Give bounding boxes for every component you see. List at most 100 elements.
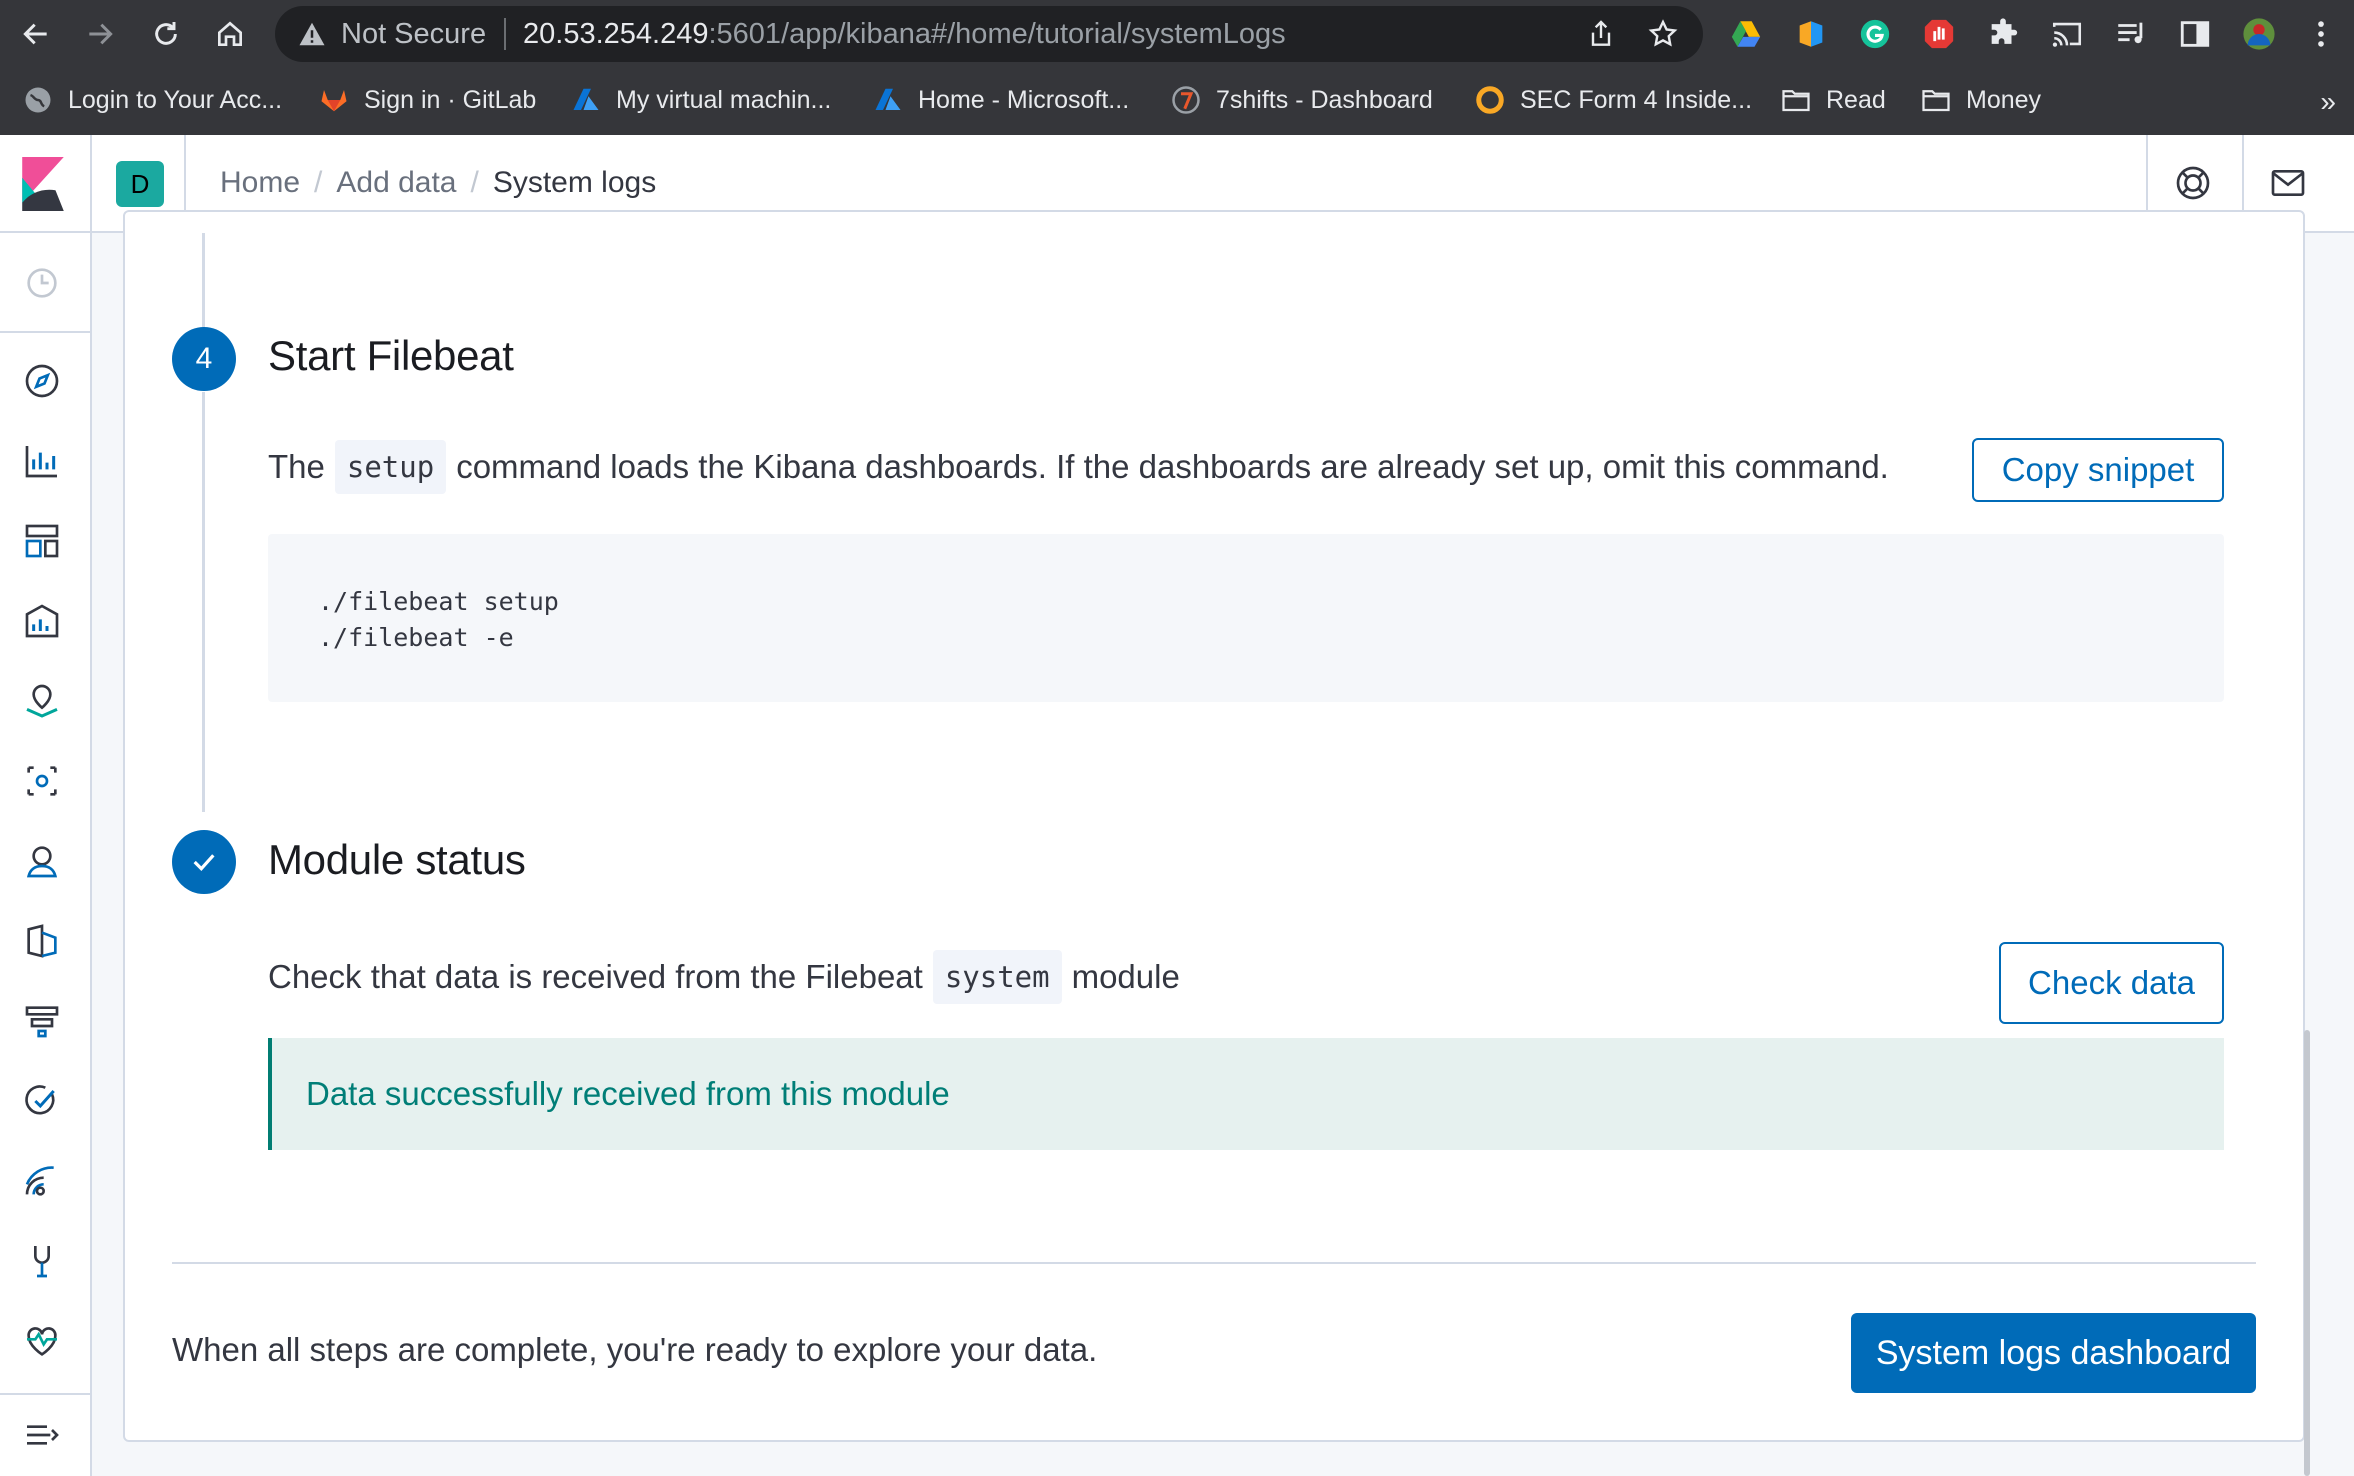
azure-icon bbox=[872, 84, 904, 116]
space-avatar[interactable]: D bbox=[116, 161, 164, 207]
azure-icon bbox=[570, 84, 602, 116]
google-drive-icon[interactable] bbox=[1727, 15, 1765, 53]
bookmark-label: My virtual machin... bbox=[616, 85, 832, 114]
description-text: module bbox=[1071, 958, 1180, 995]
system-logs-dashboard-button[interactable]: System logs dashboard bbox=[1851, 1313, 2256, 1393]
check-data-button[interactable]: Check data bbox=[1999, 942, 2224, 1024]
bookmark-item[interactable]: Login to Your Acc... bbox=[22, 80, 282, 120]
breadcrumb-add-data[interactable]: Add data bbox=[336, 166, 456, 200]
bookmark-item[interactable]: My virtual machin... bbox=[570, 80, 831, 120]
success-callout: Data successfully received from this mod… bbox=[268, 1038, 2224, 1150]
warning-icon bbox=[299, 22, 325, 46]
code-line: ./filebeat -e bbox=[318, 623, 514, 652]
checkmark-icon bbox=[193, 854, 215, 871]
help-icon[interactable] bbox=[2173, 163, 2213, 203]
breadcrumb-home[interactable]: Home bbox=[220, 166, 300, 200]
machine-learning-icon[interactable] bbox=[22, 761, 62, 801]
bookmark-label: 7shifts - Dashboard bbox=[1216, 85, 1433, 114]
breadcrumb-separator: / bbox=[314, 166, 323, 199]
nav-divider bbox=[0, 1393, 92, 1395]
bookmark-ext-icon[interactable] bbox=[1792, 15, 1830, 53]
media-queue-icon[interactable] bbox=[2112, 15, 2150, 53]
bookmark-label: Home - Microsoft... bbox=[918, 85, 1130, 114]
stop-hand-icon[interactable] bbox=[1920, 15, 1958, 53]
visualize-chart-icon[interactable] bbox=[22, 441, 62, 481]
home-icon[interactable] bbox=[208, 12, 252, 56]
description-text: The bbox=[268, 448, 325, 485]
siem-icon[interactable] bbox=[22, 1161, 62, 1201]
step-complete-badge bbox=[172, 830, 236, 894]
dev-tools-icon[interactable] bbox=[22, 1241, 62, 1281]
bookmark-item[interactable]: SEC Form 4 Inside... bbox=[1474, 80, 1752, 120]
bookmark-folder[interactable]: Read bbox=[1780, 80, 1886, 120]
bookmark-label: Sign in · GitLab bbox=[364, 85, 537, 114]
browser-menu-icon[interactable] bbox=[2302, 15, 2340, 53]
tutorial-panel bbox=[123, 210, 2305, 1442]
url-path: :5601/app/kibana#/home/tutorial/systemLo… bbox=[708, 18, 1286, 50]
inline-code: system bbox=[932, 950, 1062, 1004]
completion-message: When all steps are complete, you're read… bbox=[172, 1331, 1098, 1368]
step-connector bbox=[202, 233, 205, 329]
extensions-puzzle-icon[interactable] bbox=[1984, 15, 2022, 53]
uptime-icon[interactable] bbox=[22, 1081, 62, 1121]
gitlab-icon bbox=[318, 84, 350, 116]
breadcrumb: Home / Add data / System logs bbox=[220, 166, 656, 200]
share-icon[interactable] bbox=[1585, 18, 1617, 50]
folder-icon bbox=[1780, 84, 1812, 116]
breadcrumb-separator: / bbox=[470, 166, 479, 199]
step-title: Start Filebeat bbox=[268, 332, 514, 379]
address-divider bbox=[504, 18, 506, 50]
dashboard-icon[interactable] bbox=[22, 521, 62, 561]
side-panel-icon[interactable] bbox=[2176, 15, 2214, 53]
grammarly-icon[interactable] bbox=[1856, 15, 1894, 53]
bookmarks-overflow-button[interactable]: » bbox=[2320, 86, 2336, 118]
code-snippet[interactable]: ./filebeat setup ./filebeat -e bbox=[268, 534, 2224, 702]
profile-avatar-icon[interactable] bbox=[2240, 15, 2278, 53]
address-bar[interactable]: Not Secure 20.53.254.249:5601/app/kibana… bbox=[275, 6, 1703, 62]
bookmark-folder[interactable]: Money bbox=[1920, 80, 2041, 120]
browser-chrome: Not Secure 20.53.254.249:5601/app/kibana… bbox=[0, 0, 2354, 135]
step-number-badge: 4 bbox=[172, 327, 236, 391]
bookmark-label: SEC Form 4 Inside... bbox=[1520, 85, 1753, 114]
scrollbar[interactable] bbox=[2304, 1030, 2310, 1476]
kibana-logo-icon[interactable] bbox=[18, 157, 68, 211]
bookmark-item[interactable]: Sign in · GitLab bbox=[318, 80, 536, 120]
back-icon[interactable] bbox=[14, 12, 58, 56]
folder-icon bbox=[1920, 84, 1952, 116]
bookmark-item[interactable]: 7shifts - Dashboard bbox=[1170, 80, 1433, 120]
security-label[interactable]: Not Secure bbox=[341, 18, 486, 51]
url-text[interactable]: 20.53.254.249:5601/app/kibana#/home/tuto… bbox=[523, 18, 1286, 51]
stack-monitoring-icon[interactable] bbox=[22, 1321, 62, 1361]
step-title: Module status bbox=[268, 836, 526, 883]
cast-icon[interactable] bbox=[2048, 15, 2086, 53]
collapse-menu-icon[interactable] bbox=[22, 1415, 62, 1455]
infrastructure-icon[interactable] bbox=[22, 841, 62, 881]
canvas-icon[interactable] bbox=[22, 601, 62, 641]
url-host: 20.53.254.249 bbox=[523, 18, 709, 50]
description-text: Check that data is received from the Fil… bbox=[268, 958, 923, 995]
description-text: command loads the Kibana dashboards. If … bbox=[456, 448, 1889, 485]
bookmark-label: Money bbox=[1966, 85, 2042, 114]
module-status-description: Check that data is received from the Fil… bbox=[268, 950, 1180, 1004]
inline-code: setup bbox=[334, 440, 447, 494]
code-line: ./filebeat setup bbox=[318, 587, 559, 616]
bookmark-label: Login to Your Acc... bbox=[68, 85, 283, 114]
apm-icon[interactable] bbox=[22, 1001, 62, 1041]
bookmark-star-icon[interactable] bbox=[1647, 18, 1679, 50]
step-connector bbox=[202, 392, 205, 812]
reload-icon[interactable] bbox=[144, 12, 188, 56]
recently-viewed-icon[interactable] bbox=[22, 263, 62, 303]
7shifts-icon bbox=[1170, 84, 1202, 116]
maps-icon[interactable] bbox=[22, 681, 62, 721]
browser-toolbar: Not Secure 20.53.254.249:5601/app/kibana… bbox=[0, 0, 2354, 68]
bookmark-label: Read bbox=[1826, 85, 1886, 114]
nav-divider bbox=[0, 331, 92, 333]
mail-icon[interactable] bbox=[2268, 163, 2308, 203]
forward-icon[interactable] bbox=[78, 12, 122, 56]
logs-icon[interactable] bbox=[22, 921, 62, 961]
bookmark-item[interactable]: Home - Microsoft... bbox=[872, 80, 1129, 120]
copy-snippet-button[interactable]: Copy snippet bbox=[1972, 438, 2224, 502]
success-message: Data successfully received from this mod… bbox=[306, 1075, 950, 1112]
discover-compass-icon[interactable] bbox=[22, 361, 62, 401]
bookmarks-bar: Login to Your Acc... Sign in · GitLab My… bbox=[0, 70, 2354, 132]
